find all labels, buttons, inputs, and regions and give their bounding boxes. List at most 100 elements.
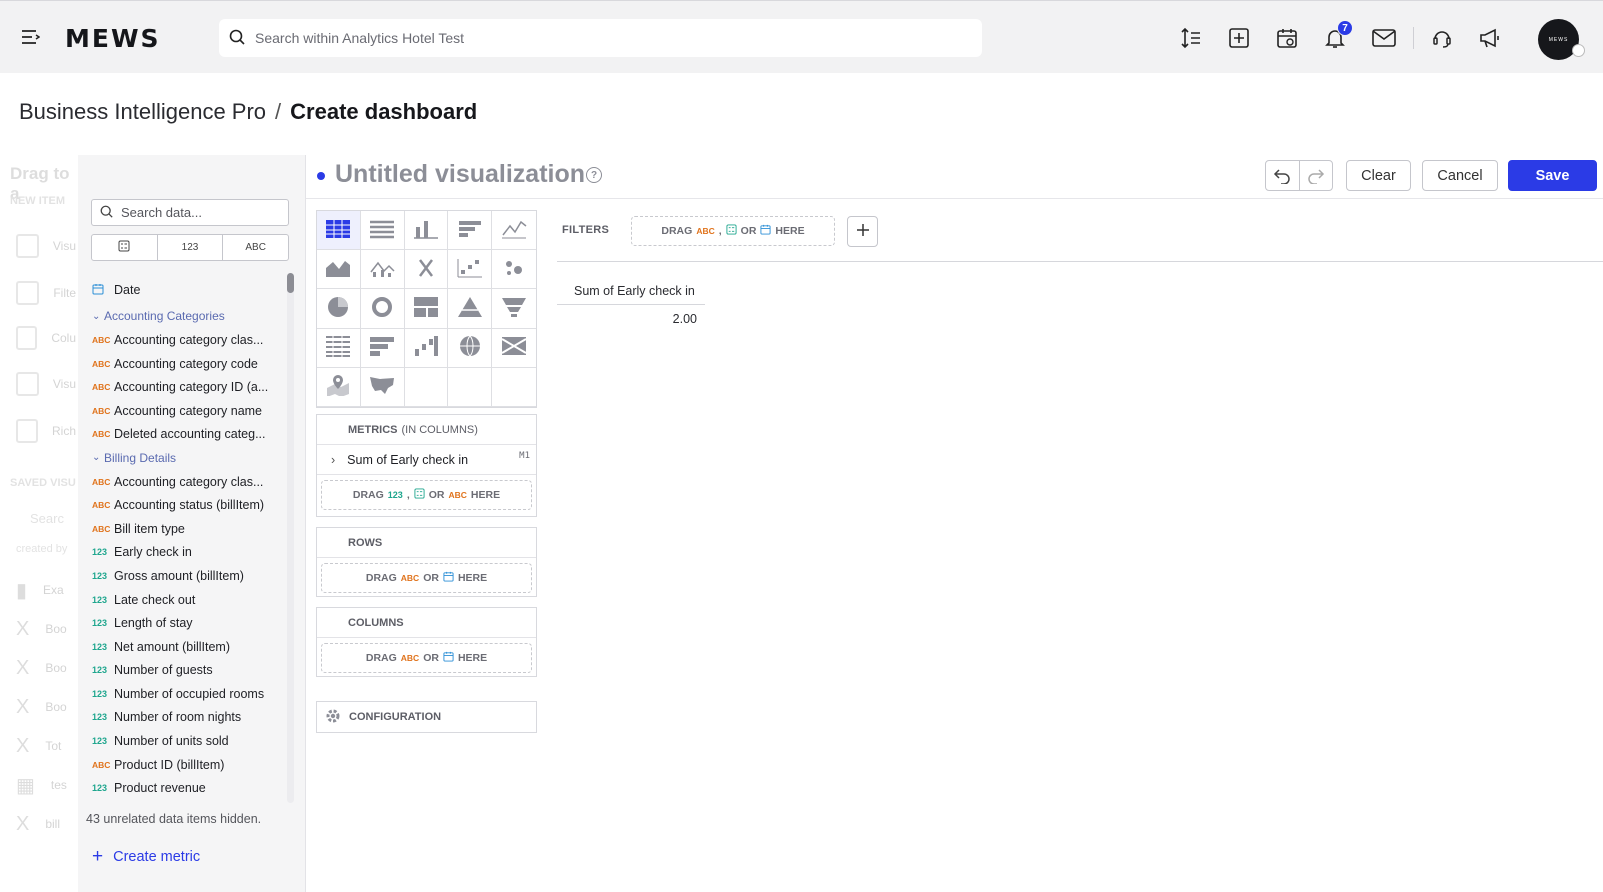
- data-search-input[interactable]: [121, 205, 281, 220]
- scatter-plot-type-button[interactable]: [448, 250, 493, 290]
- mail-icon[interactable]: [1371, 25, 1397, 51]
- configuration-section[interactable]: CONFIGURATION: [316, 701, 537, 733]
- new-item-column[interactable]: Colu: [16, 325, 76, 351]
- saved-item[interactable]: ▮ Exa: [16, 577, 76, 603]
- chevron-down-icon[interactable]: ⌄: [92, 311, 102, 322]
- metric-item[interactable]: › Sum of Early check in M1: [317, 445, 536, 475]
- filters-drop-zone[interactable]: DRAG ABC, OR HERE: [631, 216, 835, 246]
- new-item-rich-text[interactable]: Rich: [16, 418, 76, 444]
- bubble-chart-type-button[interactable]: [492, 250, 536, 290]
- rows-drop-zone[interactable]: DRAG ABC OR HERE: [321, 563, 532, 593]
- cancel-button[interactable]: Cancel: [1422, 160, 1498, 191]
- headline-type-button[interactable]: [404, 250, 449, 290]
- save-button[interactable]: Save: [1508, 160, 1597, 191]
- add-icon[interactable]: [1226, 25, 1252, 51]
- data-item[interactable]: 123 Early check in: [92, 541, 297, 565]
- saved-search[interactable]: Searc: [30, 511, 64, 526]
- filter-text-tab[interactable]: ABC: [223, 235, 288, 260]
- area-chart-icon: [325, 258, 351, 281]
- sort-icon[interactable]: [1178, 25, 1204, 51]
- created-by-tab[interactable]: created by: [16, 543, 67, 555]
- breadcrumb-parent[interactable]: Business Intelligence Pro: [19, 99, 266, 124]
- saved-item[interactable]: X Boo: [16, 616, 76, 642]
- saved-item[interactable]: X Boo: [16, 655, 76, 681]
- pie-chart-type-button[interactable]: [317, 289, 361, 329]
- pushpin-map-type-button[interactable]: [317, 367, 361, 407]
- chevron-right-icon[interactable]: ›: [331, 453, 335, 467]
- data-item[interactable]: 123 Product revenue: [92, 776, 297, 800]
- filter-attributes-tab[interactable]: [92, 235, 158, 260]
- globe-icon: [458, 335, 482, 360]
- data-item[interactable]: 123 Gross amount (billItem): [92, 564, 297, 588]
- visualization-title[interactable]: Untitled visualization: [335, 160, 585, 189]
- menu-icon[interactable]: [20, 28, 41, 46]
- data-item[interactable]: ABC Accounting status (billItem): [92, 493, 297, 517]
- global-search-input[interactable]: [255, 30, 935, 46]
- waterfall-type-button[interactable]: [404, 328, 449, 368]
- data-item[interactable]: ABC Accounting category clas...: [92, 470, 297, 494]
- data-item[interactable]: 123 Late check out: [92, 588, 297, 612]
- donut-chart-type-button[interactable]: [360, 289, 405, 329]
- chevron-down-icon[interactable]: ⌄: [92, 452, 102, 463]
- data-item[interactable]: 123 Length of stay: [92, 611, 297, 635]
- data-item[interactable]: 123 Number of units sold: [92, 729, 297, 753]
- data-item[interactable]: 123 Net amount (billItem): [92, 635, 297, 659]
- data-item[interactable]: ABC Deleted accounting categ...: [92, 423, 297, 447]
- bullet-chart-type-button[interactable]: [360, 328, 405, 368]
- line-chart-type-button[interactable]: [492, 211, 536, 251]
- data-item[interactable]: ABC Accounting category ID (a...: [92, 375, 297, 399]
- data-item[interactable]: ABC Accounting category clas...: [92, 328, 297, 352]
- pivot-table-type-button[interactable]: [360, 211, 405, 251]
- table-type-button[interactable]: [317, 211, 361, 251]
- geo-chart-type-button[interactable]: [448, 328, 493, 368]
- filter-numbers-tab[interactable]: 123: [158, 235, 224, 260]
- data-item[interactable]: 123 Number of guests: [92, 659, 297, 683]
- data-item[interactable]: 123 Number of room nights: [92, 706, 297, 730]
- data-list-scrollbar[interactable]: [287, 273, 294, 803]
- data-item[interactable]: ABC Accounting category code: [92, 352, 297, 376]
- redo-button[interactable]: [1300, 161, 1333, 190]
- area-chart-type-button[interactable]: [317, 250, 361, 290]
- data-group-header[interactable]: ⌄ Billing Details: [92, 446, 297, 470]
- global-search[interactable]: [219, 19, 982, 57]
- create-metric-button[interactable]: + Create metric: [92, 846, 200, 868]
- metrics-drop-zone[interactable]: DRAG 123, OR ABC HERE: [321, 480, 532, 510]
- bar-chart-type-button[interactable]: [448, 211, 493, 251]
- data-search[interactable]: [91, 199, 289, 226]
- new-item-filter[interactable]: Filte: [16, 280, 76, 306]
- metric-item-label: Sum of Early check in: [347, 452, 469, 467]
- columns-drop-zone[interactable]: DRAG ABC OR HERE: [321, 643, 532, 673]
- region-map-type-button[interactable]: [360, 367, 405, 407]
- undo-button[interactable]: [1266, 161, 1300, 190]
- data-item-date[interactable]: Date: [92, 278, 297, 302]
- saved-item[interactable]: X Boo: [16, 694, 76, 720]
- new-item-visualization-copy[interactable]: Visu: [16, 371, 76, 397]
- data-item[interactable]: ABC Accounting category name: [92, 399, 297, 423]
- mews-logo[interactable]: MEWS: [65, 24, 161, 53]
- combo-chart-type-button[interactable]: [360, 250, 405, 290]
- pyramid-type-button[interactable]: [448, 289, 493, 329]
- bell-icon[interactable]: 7: [1322, 20, 1353, 51]
- search-icon: [229, 29, 245, 48]
- help-icon[interactable]: ?: [586, 167, 602, 183]
- funnel-type-button[interactable]: [492, 289, 536, 329]
- new-item-visualization[interactable]: Visu: [16, 233, 76, 259]
- megaphone-icon[interactable]: [1477, 25, 1503, 51]
- data-list-scroll-thumb[interactable]: [287, 273, 294, 293]
- add-filter-button[interactable]: [847, 216, 878, 247]
- treemap-type-button[interactable]: [404, 289, 449, 329]
- data-item[interactable]: ABC Bill item type: [92, 517, 297, 541]
- saved-item[interactable]: ▦ tes: [16, 772, 76, 798]
- saved-item[interactable]: Xbill: [16, 811, 76, 837]
- data-item[interactable]: ABC Product ID (billItem): [92, 753, 297, 777]
- sankey-type-button[interactable]: [492, 329, 536, 368]
- saved-item[interactable]: X Tot: [16, 733, 76, 759]
- data-group-header[interactable]: ⌄ Accounting Categories: [92, 305, 297, 329]
- calendar-icon[interactable]: [1274, 25, 1300, 51]
- support-icon[interactable]: [1429, 25, 1455, 51]
- data-item[interactable]: 123 Number of occupied rooms: [92, 682, 297, 706]
- preview-column-header[interactable]: Sum of Early check in: [557, 277, 705, 305]
- clear-button[interactable]: Clear: [1346, 160, 1411, 191]
- heatmap-type-button[interactable]: [317, 328, 361, 368]
- column-chart-type-button[interactable]: [404, 211, 449, 251]
